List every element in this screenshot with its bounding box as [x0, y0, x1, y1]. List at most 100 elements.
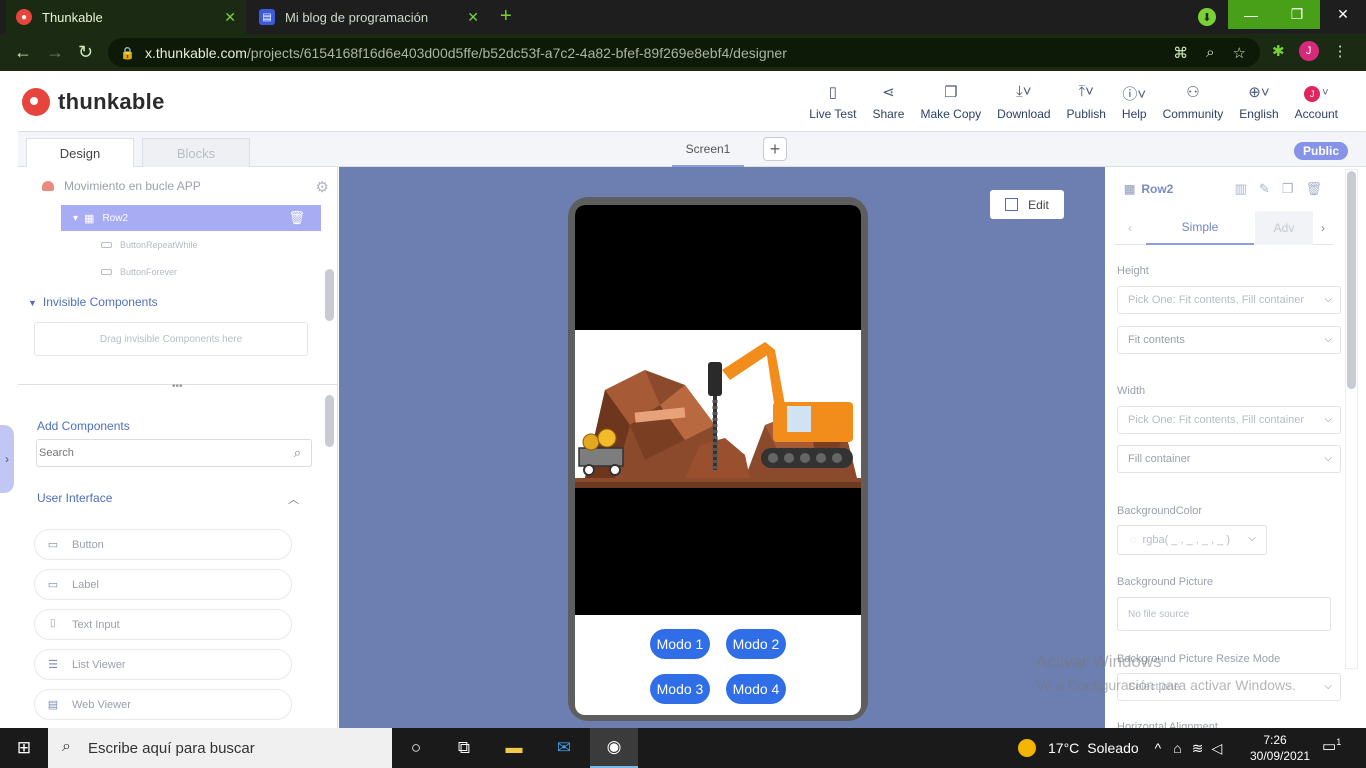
component-search[interactable]: ⌕: [36, 439, 312, 467]
phone-screen[interactable]: Modo 1 Modo 2 Modo 3 Modo 4: [575, 205, 861, 715]
mail-icon[interactable]: ✉: [540, 728, 588, 768]
weather-temp[interactable]: 17°C: [1048, 740, 1079, 756]
download-button[interactable]: ⤓˅ Download: [989, 83, 1058, 121]
search-input[interactable]: [39, 447, 279, 459]
edit-button[interactable]: Edit: [990, 190, 1064, 219]
browser-tab-thunkable[interactable]: ● Thunkable ✕: [6, 0, 246, 34]
restore-icon[interactable]: ❐: [1274, 0, 1320, 29]
browser-tab-blog[interactable]: ▤ Mi blog de programación ✕: [249, 0, 489, 34]
tab-simple[interactable]: Simple: [1146, 211, 1254, 245]
add-screen-button[interactable]: +: [763, 137, 787, 161]
tab-design[interactable]: Design: [26, 138, 134, 168]
mine-excavator-image[interactable]: [575, 330, 861, 488]
extensions-puzzle-icon[interactable]: ✱: [1272, 42, 1285, 60]
download-icon: ⤓˅: [1016, 83, 1032, 100]
black-area-bottom[interactable]: [575, 488, 861, 615]
components-scrollbar[interactable]: [325, 395, 334, 447]
black-area-top[interactable]: [575, 205, 861, 330]
invisible-components-header[interactable]: ▼ Invisible Components: [28, 295, 158, 309]
width-value-select[interactable]: Fill container ⌵: [1117, 445, 1341, 473]
component-button[interactable]: ▭ Button: [34, 529, 292, 560]
thunkable-logo[interactable]: thunkable: [22, 88, 165, 116]
tree-root-project[interactable]: Movimiento en bucle APP: [42, 179, 201, 193]
close-icon[interactable]: ✕: [467, 9, 479, 26]
modo-3-button[interactable]: Modo 3: [650, 674, 710, 704]
new-tab-icon[interactable]: +: [500, 5, 512, 28]
chevron-right-icon[interactable]: ›: [1313, 211, 1333, 245]
minimize-icon[interactable]: —: [1228, 0, 1274, 29]
caret-down-icon[interactable]: ▾: [73, 213, 78, 224]
language-button[interactable]: ⊕˅ English: [1231, 83, 1286, 121]
tree-item-row2[interactable]: ▾ ▦ Row2 🗑: [61, 205, 321, 231]
tree-scrollbar[interactable]: [325, 269, 334, 321]
menu-kebab-icon[interactable]: ⋮: [1333, 42, 1348, 60]
trash-icon[interactable]: 🗑: [288, 210, 305, 226]
height-value-select[interactable]: Fit contents ⌵: [1117, 326, 1341, 354]
help-button[interactable]: ⓘ˅ Help: [1114, 83, 1155, 121]
wifi-icon[interactable]: ≋: [1192, 740, 1204, 757]
tab-blocks[interactable]: Blocks: [142, 138, 250, 168]
publish-button[interactable]: ⤒˅ Publish: [1059, 83, 1114, 121]
component-list-viewer[interactable]: ☰ List Viewer: [34, 649, 292, 680]
taskbar-search[interactable]: ⌕ Escribe aquí para buscar: [48, 728, 392, 768]
profile-avatar[interactable]: J: [1298, 41, 1319, 61]
weather-desc[interactable]: Soleado: [1087, 740, 1138, 756]
url-input[interactable]: 🔒 x.thunkable.com/projects/6154168f16d6e…: [108, 38, 1260, 67]
duplicate-icon[interactable]: ❐: [1282, 181, 1294, 197]
gear-icon[interactable]: ⚙: [316, 178, 329, 196]
chevron-left-icon[interactable]: ‹: [1115, 211, 1145, 245]
component-label: Button: [72, 538, 104, 551]
device-icon[interactable]: ⌂: [1173, 740, 1181, 756]
live-test-button[interactable]: ▯ Live Test: [801, 83, 864, 121]
pencil-icon[interactable]: ✎: [1259, 181, 1270, 197]
search-icon[interactable]: ⌕: [294, 445, 301, 461]
cortana-icon[interactable]: ○: [392, 728, 440, 768]
trash-icon[interactable]: 🗑: [1305, 181, 1322, 197]
bgcolor-picker[interactable]: ◌ rgba( _ , _ , _ , _ ) ⌵: [1117, 525, 1267, 555]
file-explorer-icon[interactable]: ▬: [490, 728, 538, 768]
component-label-item[interactable]: ▭ Label: [34, 569, 292, 600]
modo-4-button[interactable]: Modo 4: [726, 674, 786, 704]
chrome-icon[interactable]: ◉: [590, 728, 638, 768]
taskbar-clock[interactable]: 7:26 30/09/2021: [1250, 732, 1310, 764]
profile-status-icon[interactable]: ⬇: [1198, 8, 1216, 26]
back-icon[interactable]: ←: [14, 42, 32, 63]
close-window-icon[interactable]: ✕: [1320, 0, 1366, 29]
height-pick-select[interactable]: Pick One: Fit contents, Fill container ⌵: [1117, 286, 1341, 314]
width-pick-select[interactable]: Pick One: Fit contents, Fill container ⌵: [1117, 406, 1341, 434]
bookmark-star-icon[interactable]: ☆: [1233, 44, 1246, 62]
bgpicture-file-input[interactable]: No file source: [1117, 597, 1331, 631]
community-button[interactable]: ⚇ Community: [1155, 83, 1232, 121]
tree-item-buttonforever[interactable]: ButtonForever: [101, 267, 177, 277]
task-view-icon[interactable]: ⧉: [440, 728, 488, 768]
windows-start-icon[interactable]: ⊞: [0, 728, 48, 768]
tree-item-buttonrepeatwhile[interactable]: ButtonRepeatWhile: [101, 240, 198, 250]
translate-icon[interactable]: ⌘: [1173, 44, 1188, 62]
public-badge[interactable]: Public: [1293, 142, 1348, 160]
chevron-up-icon[interactable]: ︿: [288, 491, 299, 507]
close-icon[interactable]: ✕: [224, 9, 236, 26]
chevron-up-icon[interactable]: ^: [1155, 740, 1162, 756]
component-text-input[interactable]: ⌷ Text Input: [34, 609, 292, 640]
account-button[interactable]: J ˅ Account: [1287, 83, 1346, 121]
forward-icon[interactable]: →: [46, 42, 64, 63]
component-web-viewer[interactable]: ▤ Web Viewer: [34, 689, 292, 720]
drag-handle-icon[interactable]: •••: [172, 381, 183, 392]
modo-1-button[interactable]: Modo 1: [650, 629, 710, 659]
extensions-area: ✱ J ⋮: [1272, 41, 1348, 61]
properties-scrollbar[interactable]: [1347, 171, 1356, 389]
notifications-icon[interactable]: ▭1: [1322, 737, 1341, 755]
zoom-icon[interactable]: ⌕: [1206, 44, 1214, 62]
layout-icon[interactable]: ▥: [1235, 181, 1247, 197]
speaker-muted-icon[interactable]: ◁: [1211, 740, 1222, 757]
tab-advanced[interactable]: Adv: [1255, 211, 1313, 245]
reload-icon[interactable]: ↻: [78, 42, 93, 63]
share-button[interactable]: ⋖ Share: [864, 83, 912, 121]
make-copy-button[interactable]: ❐ Make Copy: [912, 83, 989, 121]
user-interface-header[interactable]: User Interface: [37, 491, 112, 505]
invisible-drop-zone[interactable]: Drag invisible Components here: [34, 322, 308, 356]
share-icon: ⋖: [882, 84, 895, 101]
tab-screen1[interactable]: Screen1: [672, 132, 744, 167]
drawer-toggle-icon[interactable]: ›: [0, 425, 14, 493]
modo-2-button[interactable]: Modo 2: [726, 629, 786, 659]
